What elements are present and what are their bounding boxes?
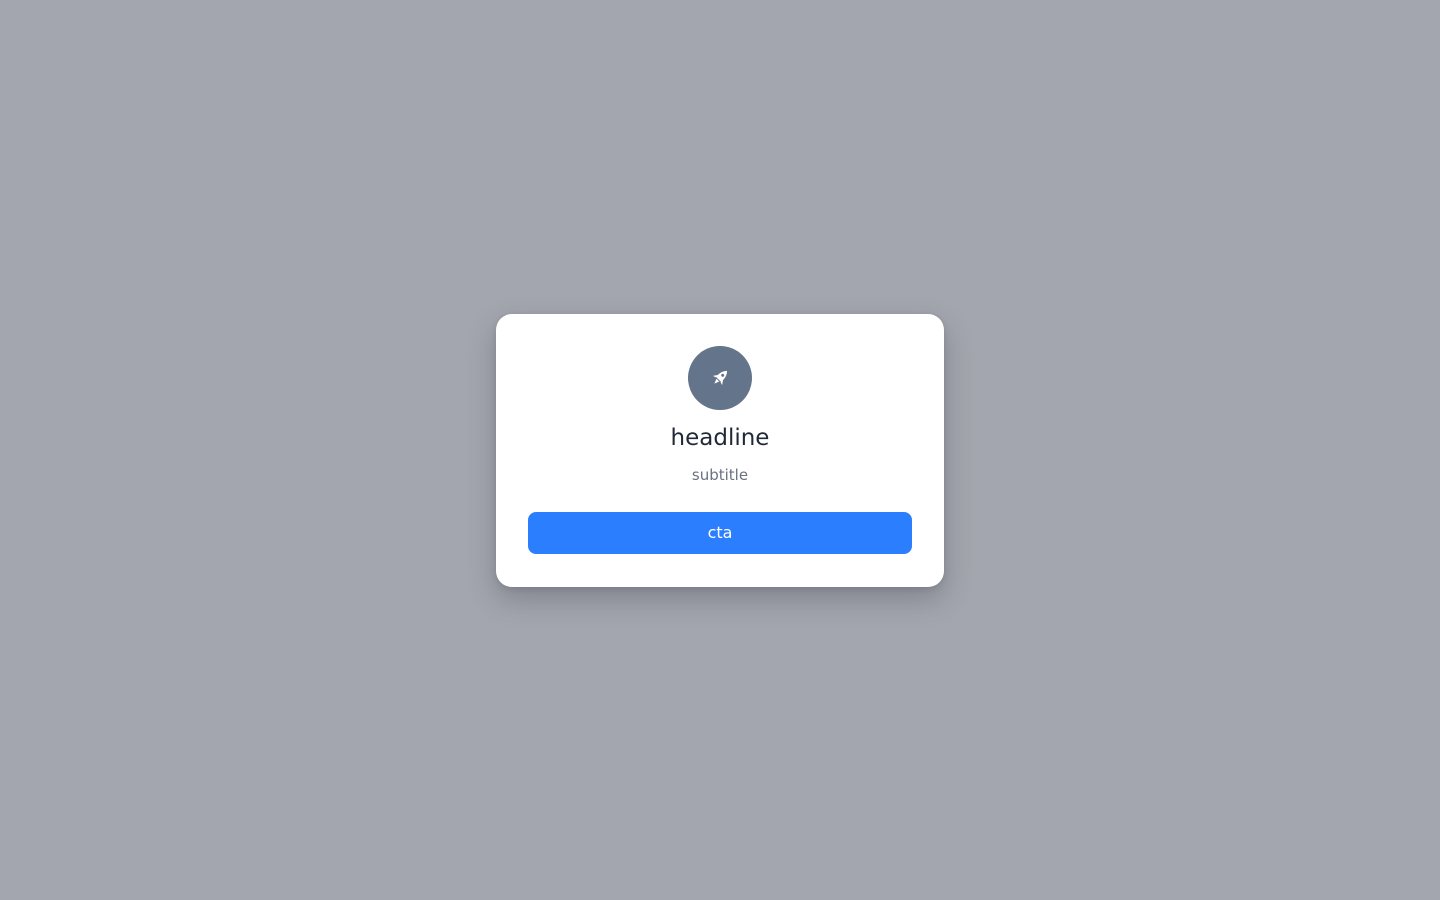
modal-dialog: headline subtitle cta bbox=[496, 314, 944, 587]
rocket-icon bbox=[712, 370, 728, 386]
cta-button[interactable]: cta bbox=[528, 512, 912, 554]
modal-subtitle: subtitle bbox=[691, 466, 749, 484]
modal-headline: headline bbox=[670, 425, 770, 451]
icon-badge bbox=[688, 346, 752, 410]
